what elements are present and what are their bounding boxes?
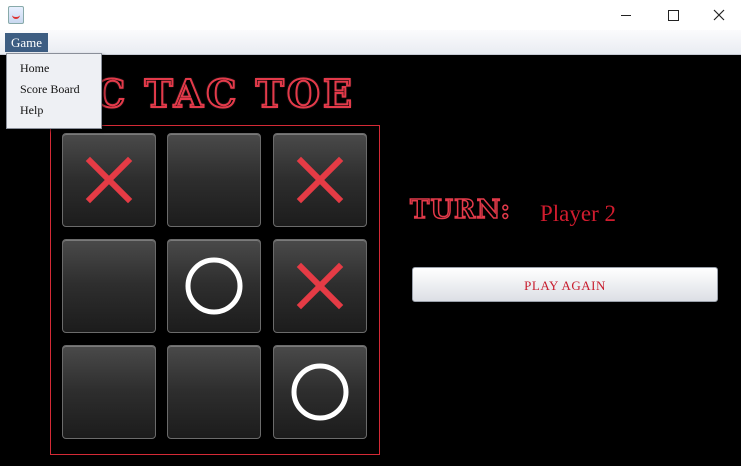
board-cell-5[interactable] bbox=[167, 239, 261, 333]
menu-item-help[interactable]: Help bbox=[20, 103, 43, 118]
maximize-button[interactable] bbox=[650, 0, 696, 30]
menu-bar: Game bbox=[0, 30, 741, 55]
minimize-icon bbox=[621, 14, 631, 16]
game-dropdown-menu: Home Score Board Help bbox=[6, 53, 102, 129]
x-mark-icon bbox=[85, 156, 133, 204]
menu-game[interactable]: Game bbox=[5, 33, 49, 52]
menu-item-score-board[interactable]: Score Board bbox=[20, 82, 80, 97]
board-cell-6[interactable] bbox=[273, 239, 367, 333]
turn-player: Player 2 bbox=[540, 201, 617, 226]
o-mark-icon bbox=[185, 257, 243, 315]
board-cell-3[interactable] bbox=[273, 133, 367, 227]
play-again-button[interactable]: PLAY AGAIN bbox=[412, 267, 718, 302]
board-cell-9[interactable] bbox=[273, 345, 367, 439]
minimize-button[interactable] bbox=[603, 0, 649, 30]
game-title: C TAC TOE bbox=[94, 70, 355, 117]
board-cell-7[interactable] bbox=[62, 345, 156, 439]
close-icon bbox=[713, 9, 725, 21]
turn-label: TURN: bbox=[409, 194, 512, 226]
board-cell-2[interactable] bbox=[167, 133, 261, 227]
board-cell-1[interactable] bbox=[62, 133, 156, 227]
close-button[interactable] bbox=[696, 0, 741, 30]
java-app-icon bbox=[8, 6, 24, 24]
board-cell-8[interactable] bbox=[167, 345, 261, 439]
board-cell-4[interactable] bbox=[62, 239, 156, 333]
menu-item-home[interactable]: Home bbox=[20, 61, 49, 76]
maximize-icon bbox=[667, 9, 679, 21]
x-mark-icon bbox=[296, 262, 344, 310]
x-mark-icon bbox=[296, 156, 344, 204]
o-mark-icon bbox=[291, 363, 349, 421]
window-title-bar bbox=[0, 0, 741, 30]
